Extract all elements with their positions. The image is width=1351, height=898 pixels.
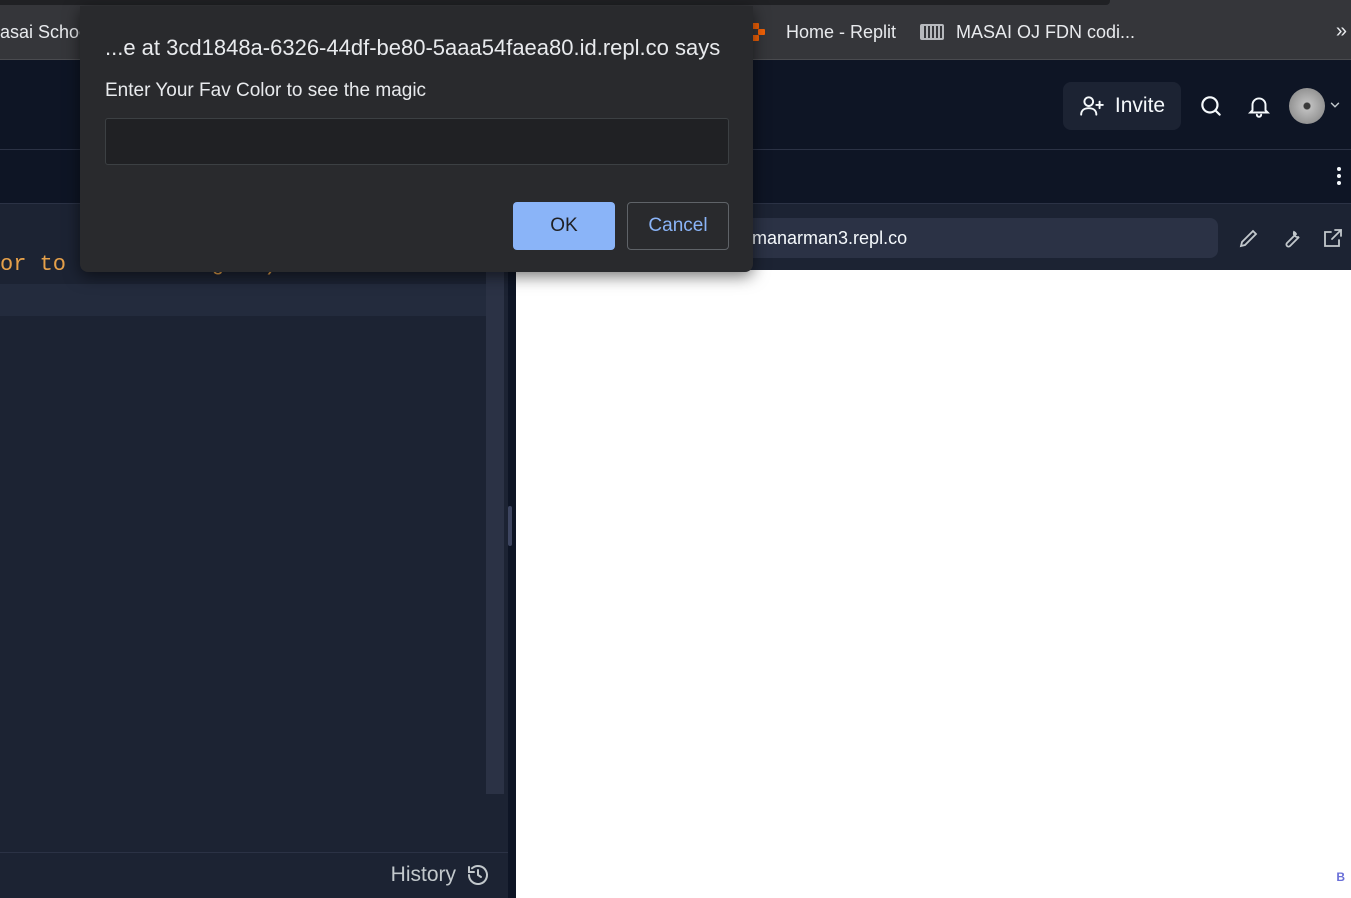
code-editor[interactable]: or to see the magic") History bbox=[0, 204, 508, 898]
history-label: History bbox=[390, 863, 456, 886]
tab-strip-edge bbox=[0, 0, 1110, 5]
bookmark-masai-oj[interactable]: MASAI OJ FDN codi... bbox=[920, 20, 1135, 44]
bookmark-masai-school[interactable]: asai Schoo bbox=[0, 20, 89, 44]
bell-icon[interactable] bbox=[1246, 93, 1272, 119]
replit-logo-icon bbox=[752, 23, 770, 41]
history-button[interactable]: History bbox=[391, 863, 490, 887]
wrench-icon[interactable] bbox=[1280, 226, 1304, 250]
more-bookmarks-button[interactable]: » bbox=[1336, 20, 1347, 43]
bookmark-home-replit[interactable]: Home - Replit bbox=[752, 20, 896, 44]
dialog-title: ...e at 3cd1848a-6326-44df-be80-5aaa54fa… bbox=[105, 35, 721, 60]
history-icon bbox=[468, 865, 488, 885]
add-user-icon bbox=[1080, 96, 1104, 116]
editor-footer: History bbox=[0, 852, 508, 898]
bookmark-label: asai Schoo bbox=[0, 21, 90, 42]
avatar[interactable] bbox=[1289, 88, 1325, 124]
bookmark-label: Home - Replit bbox=[786, 21, 897, 42]
webview-badge[interactable]: B bbox=[1336, 870, 1345, 884]
webview-panel[interactable]: B bbox=[514, 270, 1351, 898]
pencil-icon[interactable] bbox=[1237, 226, 1261, 250]
prompt-dialog: ...e at 3cd1848a-6326-44df-be80-5aaa54fa… bbox=[80, 6, 753, 272]
panel-resize-handle[interactable] bbox=[508, 506, 512, 546]
dialog-input[interactable] bbox=[105, 118, 729, 165]
invite-label: Invite bbox=[1114, 94, 1166, 117]
more-options-icon[interactable] bbox=[1333, 164, 1345, 190]
chevron-down-icon[interactable] bbox=[1328, 98, 1342, 112]
keyboard-icon bbox=[920, 24, 944, 40]
invite-button[interactable]: Invite bbox=[1063, 82, 1181, 130]
search-icon[interactable] bbox=[1198, 93, 1224, 119]
dialog-message: Enter Your Fav Color to see the magic bbox=[105, 80, 427, 101]
ok-button[interactable]: OK bbox=[513, 202, 615, 250]
active-line-highlight bbox=[0, 284, 486, 316]
bookmark-label: MASAI OJ FDN codi... bbox=[956, 21, 1136, 42]
open-in-new-tab-icon[interactable] bbox=[1321, 226, 1345, 250]
webview-url: manarman3.repl.co bbox=[752, 227, 908, 248]
cancel-button[interactable]: Cancel bbox=[627, 202, 729, 250]
editor-scrollbar[interactable] bbox=[486, 204, 504, 794]
